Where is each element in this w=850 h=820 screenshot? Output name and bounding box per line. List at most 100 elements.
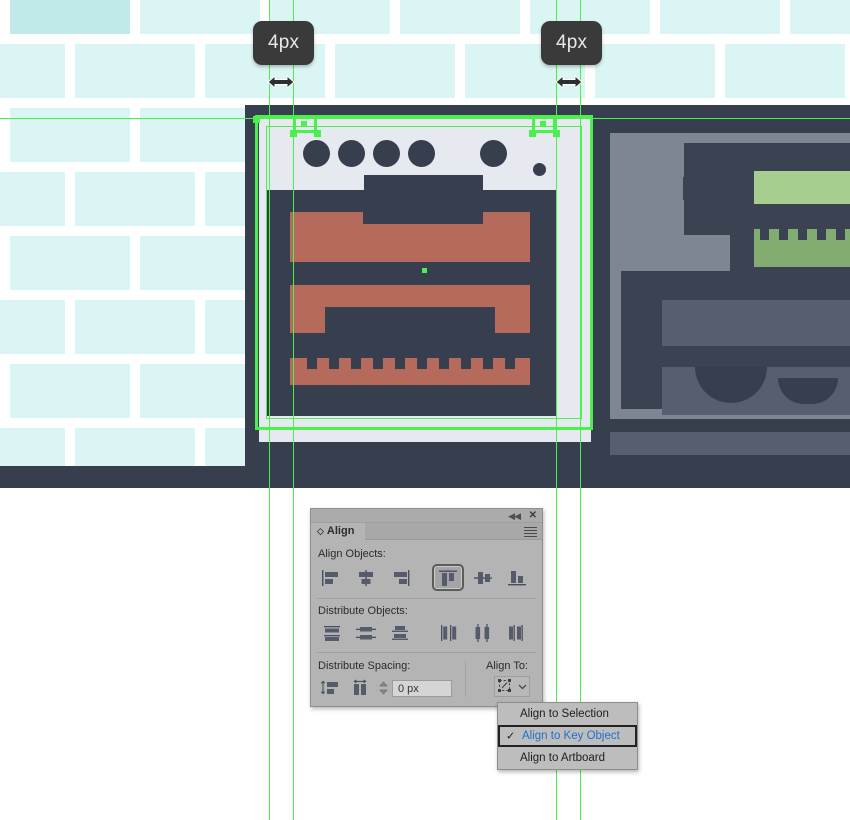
panel-menu-icon[interactable] [524, 527, 537, 537]
wall-tile [140, 236, 260, 290]
horizontal-align-center-icon [358, 569, 373, 586]
wall-tile [75, 44, 195, 98]
align-objects-button-row [317, 564, 536, 591]
cabinet-shape-c [683, 177, 730, 200]
horizontal-align-left-button[interactable] [317, 566, 347, 590]
cabinet-shelf-unit[interactable] [605, 105, 850, 466]
horizontal-align-right-button[interactable] [385, 566, 415, 590]
vertical-distribute-center-icon [356, 627, 377, 640]
panel-vertical-separator [465, 661, 466, 697]
cabinet-green-block [754, 171, 850, 204]
measurement-badge-left: 4px [253, 21, 315, 65]
check-icon: ✓ [506, 730, 516, 743]
vertical-distribute-top-icon [324, 626, 341, 641]
wall-tile [0, 44, 65, 98]
panel-title-bar[interactable]: ◀◀ ✕ [311, 509, 542, 523]
wall-tile [790, 0, 850, 34]
vertical-distribute-top-button[interactable] [317, 621, 347, 645]
divider-2 [317, 652, 536, 653]
align-to-dropdown-menu[interactable]: Align to Selection ✓ Align to Key Object… [497, 702, 638, 770]
measurement-badge-right: 4px [541, 21, 603, 65]
spacing-value-input[interactable]: 0 px [392, 679, 452, 697]
vertical-align-center-icon [474, 571, 493, 584]
selection-handle-tl[interactable] [253, 116, 260, 123]
align-objects-label: Align Objects: [318, 548, 386, 560]
wall-tile [725, 44, 845, 98]
horizontal-distribute-left-icon [440, 625, 456, 641]
wall-tile [75, 172, 195, 226]
cabinet-shelf-upper [662, 300, 850, 346]
selection-inner-box [266, 126, 582, 419]
vertical-distribute-center-button[interactable] [351, 621, 381, 645]
align-panel[interactable]: ◀◀ ✕ ◇ Align Align Objects: Distribute O… [310, 508, 543, 707]
wall-tile [75, 300, 195, 354]
cabinet-crown-tooth [779, 229, 788, 240]
wall-tile [10, 364, 130, 418]
vertical-distribute-bottom-icon [392, 626, 409, 640]
counter-band [0, 466, 850, 488]
key-object-anchor-left [301, 121, 307, 127]
wall-tile [400, 0, 520, 34]
cabinet-green-crown [754, 229, 850, 267]
selection-handle-1[interactable] [290, 130, 297, 137]
spacing-and-alignto-row: Distribute Spacing: 0 px Align To: [317, 659, 536, 700]
wall-tile [140, 108, 260, 162]
horizontal-resize-arrow-icon-right [555, 74, 583, 90]
cabinet-crown-tooth [836, 229, 845, 240]
panel-tab-row[interactable]: ◇ Align [311, 523, 542, 540]
wall-tile [335, 44, 455, 98]
stepper-arrows-icon [379, 681, 388, 695]
menu-item-align-to-selection[interactable]: Align to Selection [498, 703, 637, 725]
horizontal-distribute-center-icon [475, 624, 489, 642]
wall-tile [660, 0, 780, 34]
tab-align-label: Align [326, 525, 355, 537]
vertical-align-center-button[interactable] [468, 566, 498, 590]
close-icon[interactable]: ✕ [529, 510, 537, 522]
chevron-down-icon [518, 684, 526, 690]
cabinet-base [610, 432, 850, 455]
wall-tile [595, 44, 715, 98]
selection-handle-2[interactable] [314, 130, 321, 137]
divider-1 [317, 598, 536, 599]
menu-item-align-to-artboard[interactable]: Align to Artboard [498, 747, 637, 769]
collapse-double-arrow-icon[interactable]: ◀◀ [508, 510, 521, 522]
menu-item-label: Align to Key Object [522, 730, 620, 742]
horizontal-distribute-right-button[interactable] [502, 621, 532, 645]
panel-body: Align Objects: Distribute Objects: Distr… [311, 540, 542, 700]
horizontal-align-right-icon [393, 569, 409, 586]
horizontal-distribute-spacing-button[interactable] [347, 676, 373, 700]
wall-tile [140, 0, 260, 34]
horizontal-distribute-center-button[interactable] [468, 621, 498, 645]
vertical-distribute-bottom-button[interactable] [385, 621, 415, 645]
wall-tile [0, 300, 65, 354]
wall-tile [10, 236, 130, 290]
vertical-align-top-button[interactable] [432, 564, 465, 591]
cabinet-crown-tooth [798, 229, 807, 240]
align-to-dropdown-button[interactable] [494, 676, 530, 697]
vertical-align-top-icon [439, 570, 458, 586]
vertical-align-bottom-icon [508, 570, 527, 585]
menu-item-align-to-key-object[interactable]: ✓ Align to Key Object [498, 725, 637, 747]
up-down-stepper-icon[interactable] [377, 679, 390, 697]
screenshot-stage: 4px 4px ◀◀ ✕ ◇ Align Align Objects: Dist… [0, 0, 850, 820]
vertical-align-bottom-button[interactable] [502, 566, 532, 590]
wall-tile [140, 364, 260, 418]
distribute-objects-label: Distribute Objects: [318, 605, 408, 617]
vertical-distribute-spacing-icon [320, 680, 338, 695]
wall-tile [10, 0, 130, 34]
horizontal-align-center-button[interactable] [351, 566, 381, 590]
selection-handle-3[interactable] [529, 130, 536, 137]
wall-tile [10, 108, 130, 162]
horizontal-distribute-right-icon [508, 625, 523, 641]
horizontal-distribute-left-button[interactable] [434, 621, 464, 645]
cabinet-crown-tooth [817, 229, 826, 240]
diamond-icon: ◇ [317, 526, 324, 536]
selection-handle-4[interactable] [553, 130, 560, 137]
menu-item-label: Align to Selection [520, 708, 609, 720]
horizontal-align-left-icon [321, 569, 338, 586]
cabinet-shape-b [621, 235, 730, 271]
horizontal-resize-arrow-icon-left [267, 74, 295, 90]
vertical-distribute-spacing-button[interactable] [317, 676, 343, 700]
align-to-label: Align To: [486, 660, 528, 672]
tab-align[interactable]: ◇ Align [311, 523, 366, 540]
